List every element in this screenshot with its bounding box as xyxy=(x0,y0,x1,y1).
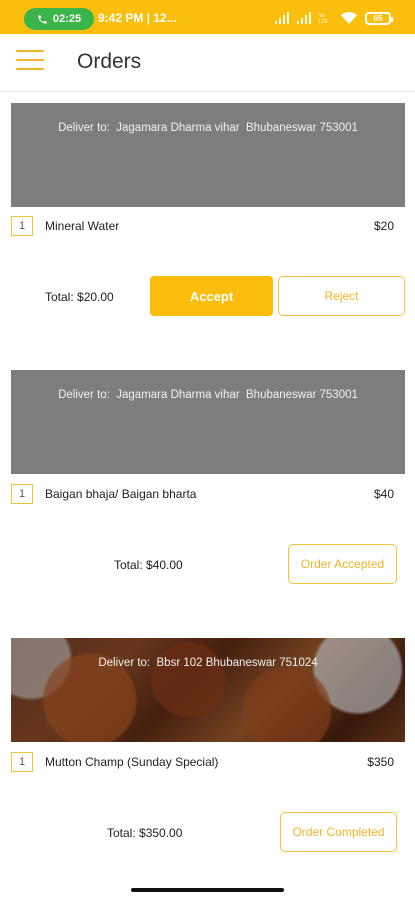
signal-icon xyxy=(275,12,289,24)
status-time: 9:42 PM | 12... xyxy=(98,11,177,25)
volte-icon: VoLTE xyxy=(319,13,328,24)
order-banner-food-image: Deliver to: Bbsr 102 Bhubaneswar 751024 xyxy=(11,638,405,742)
item-name: Mineral Water xyxy=(45,219,120,233)
order-total: Total: $350.00 xyxy=(107,826,183,840)
phone-icon xyxy=(38,14,47,24)
home-indicator[interactable] xyxy=(131,888,284,892)
battery-level: 65 xyxy=(373,13,383,23)
order-accepted-button[interactable]: Order Accepted xyxy=(288,544,397,584)
page-title: Orders xyxy=(77,50,142,73)
item-name: Mutton Champ (Sunday Special) xyxy=(45,755,219,769)
reject-button[interactable]: Reject xyxy=(278,276,405,316)
deliver-to-text: Deliver to: Jagamara Dharma vihar Bhuban… xyxy=(58,122,358,134)
order-total: Total: $40.00 xyxy=(114,558,183,572)
quantity-box: 1 xyxy=(11,216,33,236)
order-item-row: 1 Mutton Champ (Sunday Special) $350 xyxy=(11,752,405,774)
deliver-to-text: Deliver to: Jagamara Dharma vihar Bhuban… xyxy=(58,389,358,401)
battery-icon: 65 xyxy=(365,11,393,25)
order-completed-button[interactable]: Order Completed xyxy=(280,812,397,852)
item-name: Baigan bhaja/ Baigan bharta xyxy=(45,487,197,501)
order-banner: Deliver to: Jagamara Dharma vihar Bhuban… xyxy=(11,370,405,474)
item-price: $20 xyxy=(373,219,394,233)
accept-button[interactable]: Accept xyxy=(150,276,273,316)
quantity-box: 1 xyxy=(11,484,33,504)
hamburger-menu-icon[interactable] xyxy=(16,50,44,74)
order-item-row: 1 Baigan bhaja/ Baigan bharta $40 xyxy=(11,484,405,506)
order-banner: Deliver to: Jagamara Dharma vihar Bhuban… xyxy=(11,103,405,207)
order-item-row: 1 Mineral Water $20 xyxy=(11,216,405,238)
status-bar: 02:25 9:42 PM | 12... Vo LTE 65 xyxy=(0,0,415,34)
quantity-box: 1 xyxy=(11,752,33,772)
deliver-to-text: Deliver to: Bbsr 102 Bhubaneswar 751024 xyxy=(98,657,318,669)
item-price: $40 xyxy=(373,487,394,501)
app-bar: Orders xyxy=(0,34,415,92)
wifi-icon xyxy=(341,12,357,24)
order-total: Total: $20.00 xyxy=(45,290,114,304)
call-duration: 02:25 xyxy=(52,13,82,25)
status-icons: Vo LTE 65 xyxy=(275,10,393,26)
ongoing-call-pill[interactable]: 02:25 xyxy=(24,8,94,30)
svg-text:LTE: LTE xyxy=(319,19,328,24)
signal-icon-2 xyxy=(297,12,311,24)
item-price: $350 xyxy=(367,755,394,769)
